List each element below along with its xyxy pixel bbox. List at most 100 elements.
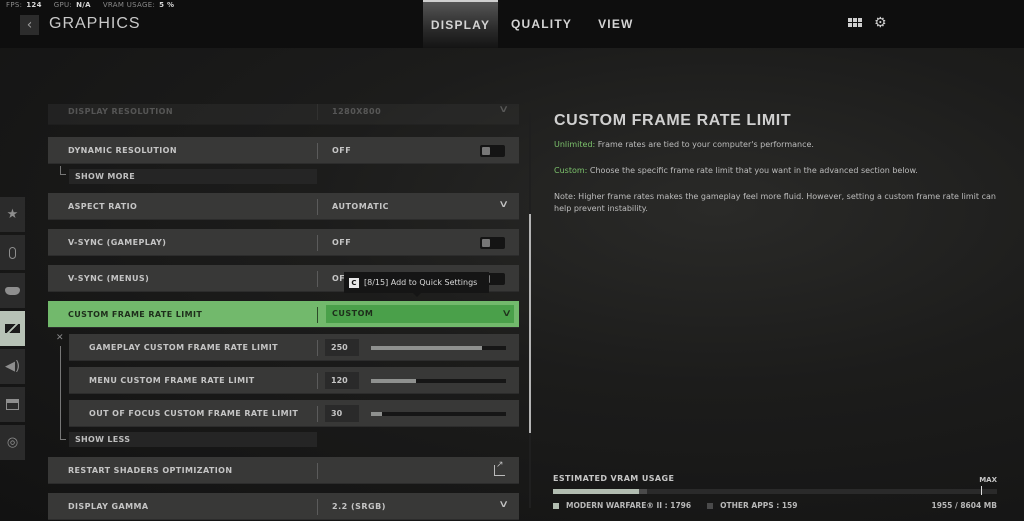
setting-restart-shaders-optimization[interactable]: RESTART SHADERS OPTIMIZATION [48, 457, 519, 484]
divider [317, 499, 318, 515]
description-text: Choose the specific frame rate limit tha… [587, 166, 918, 175]
fps-value: 124 [26, 1, 42, 9]
quick-settings-tooltip: C [8/15] Add to Quick Settings [344, 272, 489, 297]
setting-label: RESTART SHADERS OPTIMIZATION [68, 465, 233, 475]
divider [317, 271, 318, 287]
vram-total: 1955 / 8604 MB [931, 501, 997, 510]
setting-value: CUSTOM [332, 309, 374, 318]
divider [317, 373, 318, 389]
external-link-icon [494, 460, 505, 476]
tooltip-text: [8/15] Add to Quick Settings [364, 278, 478, 287]
show-less-link[interactable]: SHOW LESS [69, 432, 317, 447]
setting-label: CUSTOM FRAME RATE LIMIT [68, 309, 203, 319]
sidebar-item-interface[interactable] [0, 387, 25, 422]
frame-rate-mode-dropdown[interactable]: CUSTOM ∨ [326, 305, 514, 323]
grid-icon[interactable] [848, 17, 862, 29]
setting-label: OUT OF FOCUS CUSTOM FRAME RATE LIMIT [89, 408, 299, 418]
vsync-gameplay-toggle[interactable] [480, 237, 505, 249]
vram-max-marker [981, 486, 982, 495]
divider [317, 340, 318, 356]
setting-label: GAMEPLAY CUSTOM FRAME RATE LIMIT [89, 342, 279, 352]
slider-fill [371, 379, 416, 383]
gear-icon[interactable]: ⚙ [874, 16, 887, 30]
top-bar: FPS: 124 GPU: N/A VRAM USAGE: 5 % ‹ GRAPHIC… [0, 0, 1024, 48]
description-custom: Custom: Choose the specific frame rate l… [554, 165, 999, 177]
vram-bar-other-apps [638, 489, 647, 494]
description-unlimited: Unlimited: Frame rates are tied to your … [554, 139, 999, 151]
setting-value: AUTOMATIC [332, 201, 390, 211]
setting-display-gamma[interactable]: DISPLAY GAMMA 2.2 (SRGB) ∨ [48, 493, 519, 520]
setting-custom-frame-rate-limit[interactable]: CUSTOM FRAME RATE LIMIT CUSTOM ∨ [48, 301, 519, 328]
vram-legend: MODERN WARFARE® II : 1796 OTHER APPS : 1… [553, 501, 997, 510]
out-of-focus-limit-value[interactable]: 30 [325, 405, 359, 422]
chevron-down-icon: ∨ [497, 199, 509, 210]
sidebar-item-network[interactable]: ◎ [0, 425, 25, 460]
gameplay-limit-slider[interactable] [371, 346, 506, 350]
divider [317, 235, 318, 251]
setting-label: MENU CUSTOM FRAME RATE LIMIT [89, 375, 255, 385]
divider [317, 307, 318, 323]
divider [317, 143, 318, 159]
vram-usage-value: 5 % [159, 1, 175, 9]
display-icon [5, 324, 20, 333]
setting-dynamic-resolution[interactable]: DYNAMIC RESOLUTION OFF [48, 137, 519, 164]
setting-out-of-focus-frame-rate-limit[interactable]: OUT OF FOCUS CUSTOM FRAME RATE LIMIT 30 [69, 400, 519, 427]
slider-fill [371, 412, 382, 416]
legend-game-label: MODERN WARFARE® II : 1796 [566, 501, 692, 510]
collapse-icon[interactable]: ✕ [56, 333, 64, 343]
fps-label: FPS: [6, 1, 23, 9]
vram-usage-panel: ESTIMATED VRAM USAGE MAX MODERN WARFARE®… [553, 474, 997, 510]
sidebar-item-graphics[interactable] [0, 311, 25, 346]
back-button[interactable]: ‹ [20, 15, 39, 35]
setting-vsync-gameplay[interactable]: V-SYNC (GAMEPLAY) OFF [48, 229, 519, 256]
tab-view[interactable]: VIEW [585, 0, 646, 48]
divider [317, 199, 318, 215]
setting-description-panel: CUSTOM FRAME RATE LIMIT Unlimited: Frame… [554, 112, 999, 229]
gameplay-limit-value[interactable]: 250 [325, 339, 359, 356]
description-note: Note: Higher frame rates makes the gamep… [554, 192, 996, 213]
setting-gameplay-frame-rate-limit[interactable]: GAMEPLAY CUSTOM FRAME RATE LIMIT 250 [69, 334, 519, 361]
setting-value: OFF [332, 237, 352, 247]
dynamic-resolution-toggle[interactable] [480, 145, 505, 157]
chevron-down-icon: ∨ [497, 104, 509, 115]
interface-icon [6, 399, 19, 410]
mouse-icon [9, 246, 16, 259]
setting-display-resolution[interactable]: DISPLAY RESOLUTION 1280X800 ∨ [48, 104, 519, 125]
tab-quality[interactable]: QUALITY [498, 0, 585, 48]
highlight-label: Custom: [554, 166, 588, 175]
sidebar-item-controller[interactable] [0, 273, 25, 308]
setting-menu-frame-rate-limit[interactable]: MENU CUSTOM FRAME RATE LIMIT 120 [69, 367, 519, 394]
vram-max-label: MAX [979, 476, 997, 484]
tree-connector [60, 166, 66, 175]
setting-label: DYNAMIC RESOLUTION [68, 145, 177, 155]
divider [317, 104, 318, 120]
sidebar-item-audio[interactable]: ◀) [0, 349, 25, 384]
setting-value: 1280X800 [332, 106, 382, 116]
scrollbar-thumb[interactable] [529, 214, 531, 433]
sidebar-item-favorites[interactable]: ★ [0, 197, 25, 232]
setting-label: DISPLAY RESOLUTION [68, 106, 173, 116]
divider [317, 463, 318, 479]
vram-usage-bar [553, 486, 997, 495]
out-of-focus-limit-slider[interactable] [371, 412, 506, 416]
menu-limit-slider[interactable] [371, 379, 506, 383]
keyboard-key-icon: C [349, 277, 359, 288]
tab-bar: DISPLAY QUALITY VIEW [423, 0, 647, 48]
menu-limit-value[interactable]: 120 [325, 372, 359, 389]
chevron-left-icon: ‹ [26, 17, 33, 33]
show-more-link[interactable]: SHOW MORE [69, 169, 317, 184]
setting-label: V-SYNC (GAMEPLAY) [68, 237, 167, 247]
page-title: GRAPHICS [49, 15, 141, 32]
tree-connector [60, 432, 66, 440]
settings-scrollbar[interactable] [529, 113, 531, 508]
setting-aspect-ratio[interactable]: ASPECT RATIO AUTOMATIC ∨ [48, 193, 519, 220]
gpu-label: GPU: [53, 1, 73, 9]
setting-label: ASPECT RATIO [68, 201, 138, 211]
legend-swatch-other [707, 502, 714, 509]
tab-display[interactable]: DISPLAY [423, 0, 498, 48]
chevron-down-icon: ∨ [497, 499, 509, 510]
legend-other-label: OTHER APPS : 159 [720, 501, 798, 510]
slider-fill [371, 346, 482, 350]
speaker-icon: ◀) [4, 359, 21, 374]
sidebar-item-mouse[interactable] [0, 235, 25, 270]
